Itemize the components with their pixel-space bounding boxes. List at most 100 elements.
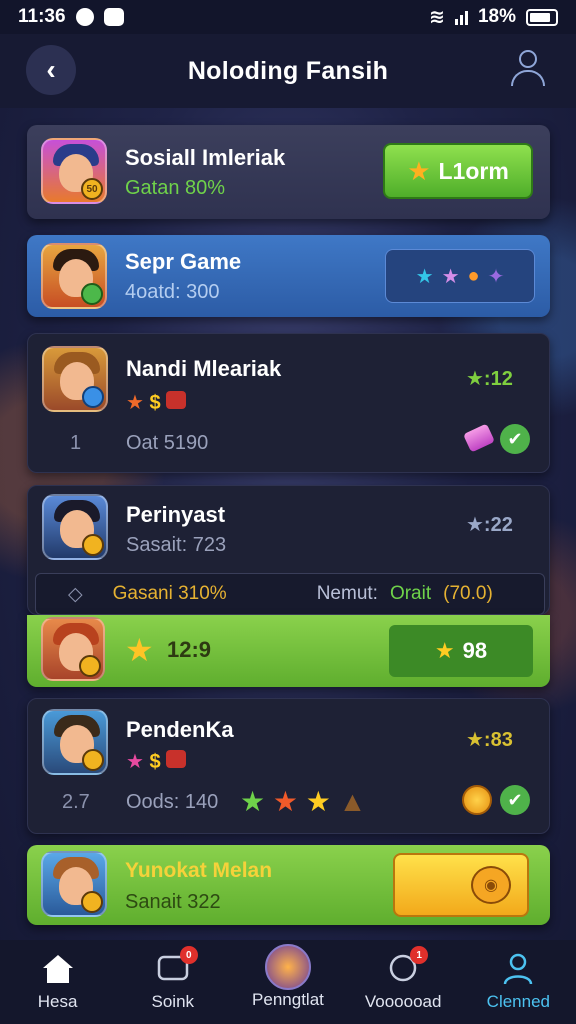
nav-search[interactable]: 0 Soink [118,946,228,1012]
profile-button[interactable] [508,48,548,92]
avatar [41,617,105,681]
avatar [41,851,107,917]
item-rating: ★:22 [466,514,513,536]
item-icons: ★ $ [126,749,187,774]
bottom-nav: Hesa 0 Soink Penngtlat 1 Voooooad Clenne… [0,940,576,1024]
star-icon: ★ [441,265,460,288]
item-left-number: 2.7 [62,791,90,813]
status-right: ≋ 18% [429,6,558,29]
nav-home[interactable]: Hesa [3,952,113,1012]
chat-icon: 0 [154,946,198,986]
item-subtitle: 4oatd: 300 [125,281,220,303]
avatar: 50 [41,138,107,204]
ruby-icon [166,391,187,409]
pouch-icon: ▲ [338,786,367,817]
home-icon [39,952,77,986]
item-subtitle: Oods: 140 [126,791,219,813]
stats-left: Gasani 310% [112,583,227,604]
reward-icons[interactable]: ★ ★ ● ✦ [385,249,535,303]
item-name: Sepr Game [125,249,242,274]
item-subtitle: Oat 5190 [126,432,209,454]
user-icon [499,952,537,986]
item-value: 12:9 [167,637,212,662]
nav-label: Soink [151,992,195,1011]
notification-badge: 1 [410,946,429,964]
star-icon: ★ [407,155,431,186]
stats-mid: Nemut: [316,583,378,604]
play-button-label: L1orm [438,157,509,184]
status-left: 11:36 [18,6,124,28]
coin-icon: $ [149,751,161,773]
star-icon: ★ [434,638,455,663]
item-subtitle: Gatan 80% [125,177,226,199]
coin-icon: $ [149,392,161,414]
status-time: 11:36 [18,6,66,27]
list-item[interactable]: PendenKa ★ $ 2.7 Oods: 140 ★ ★ ★ ▲ ★:83 … [27,698,550,834]
item-name: Yunokat Melan [125,859,273,882]
gem-icon: ✦ [487,265,505,288]
list-item[interactable]: Sepr Game 4oatd: 300 ★ ★ ● ✦ [27,235,550,317]
list-item[interactable]: ★ 12:9 ★ 98 [27,615,550,687]
star-icon: ★ [126,751,144,773]
avatar [42,709,108,775]
avatar [42,494,108,560]
nav-label: Hesa [37,992,78,1011]
potion-icon: ● [467,264,480,287]
avatar [41,243,107,309]
item-rating: ★:83 [466,729,513,751]
user-icon-body [511,70,545,86]
star-icon: ★ [240,786,266,817]
item-name: Nandi Mleariak [126,356,282,381]
star-icon: ★ [125,632,154,668]
notification-badge: 0 [179,946,198,964]
coin-icon [462,785,492,815]
page-title: Noloding Fansih [187,56,389,85]
item-subtitle: Sanait 322 [125,891,221,913]
gem-icon [462,423,496,453]
nav-center[interactable]: Penngtlat [233,944,343,1010]
stats-right: (70.0) [443,583,493,604]
back-button[interactable]: ‹ [26,45,76,95]
claim-button[interactable]: ◉ [393,853,529,917]
battery-icon [526,8,558,26]
user-icon-head [519,50,537,68]
avatar [42,346,108,412]
ruby-icon [166,750,187,768]
nav-label: Voooooad [364,992,442,1011]
center-action-icon [264,944,311,990]
item-name: Sosiall Imleriak [125,145,286,170]
item-name: PendenKa [126,717,234,742]
signal-icon [454,9,468,25]
nav-label: Clenned [486,992,550,1011]
item-rating: ★:12 [466,368,513,390]
list-item[interactable]: 50 Sosiall Imleriak Gatan 80% ★ L1orm [27,125,550,219]
nav-messages[interactable]: 1 Voooooad [348,946,458,1012]
stats-row: ◇ Gasani 310% Nemut: Orait (70.0) [35,573,545,615]
app-notification-icon [103,8,124,26]
leaf-icon: ✔ [500,785,530,815]
item-name: Perinyast [126,502,226,527]
battery-percent: 18% [477,6,516,27]
chevron-left-icon: ‹ [46,54,56,85]
app-header: ‹ Noloding Fansih [0,34,576,108]
reward-coin-icon: ◉ [471,866,511,904]
star-icon: ★ [126,392,144,414]
info-icon: ◇ [68,583,83,605]
star-icon: ★ [305,786,331,817]
leaf-icon: ✔ [500,424,530,454]
status-bar: 11:36 ≋ 18% [0,0,576,34]
list-item[interactable]: Nandi Mleariak ★ $ 1 Oat 5190 ★:12 ✔ [27,333,550,473]
stats-mid2: Orait [389,583,432,604]
message-icon: 1 [384,946,429,986]
wifi-icon: ≋ [429,6,445,28]
play-button[interactable]: ★ L1orm [383,143,533,199]
reward-stars: ★ ★ ★ ▲ [240,785,366,818]
nav-profile[interactable]: Clenned [463,952,573,1012]
notification-icon [75,8,94,26]
reward-value: 98 [462,638,488,663]
star-icon: ★ [272,786,298,817]
item-icons: ★ $ [126,390,187,415]
list-item[interactable]: Yunokat Melan Sanait 322 ◉ [27,845,550,925]
reward-tray[interactable]: ★ 98 [389,625,533,677]
item-left-number: 1 [70,432,82,454]
